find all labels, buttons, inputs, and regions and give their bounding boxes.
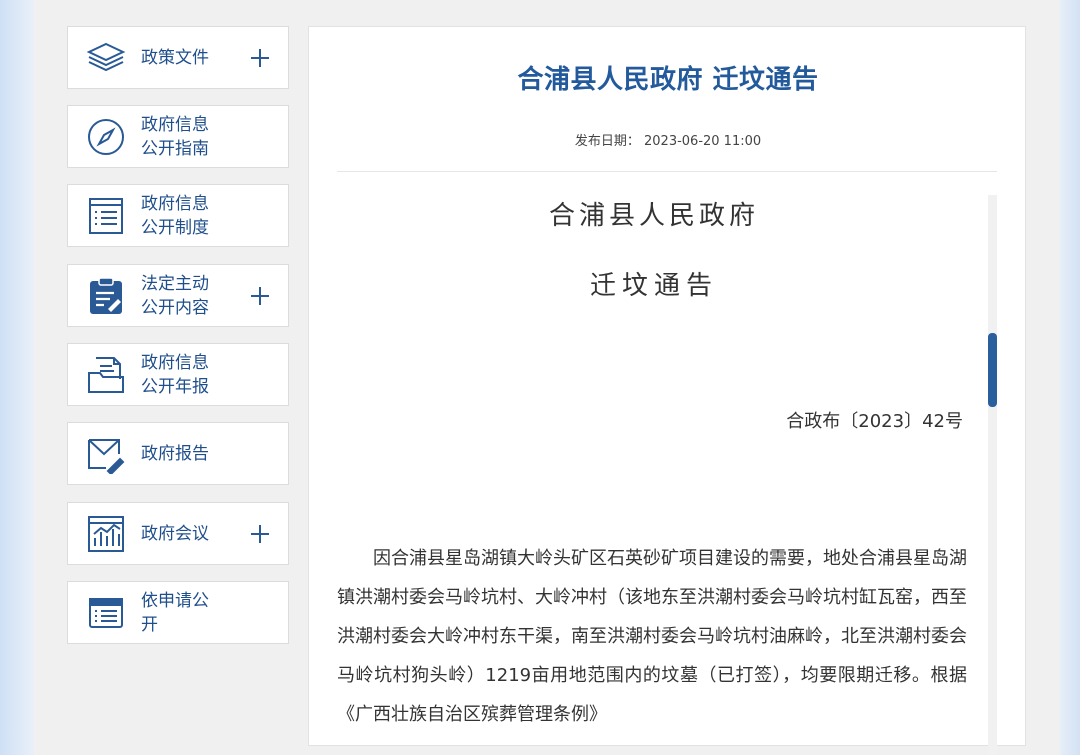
expand-plus-icon[interactable] [250, 48, 270, 68]
envelope-pen-icon [86, 434, 126, 475]
sidebar-item-label: 政策文件 [141, 47, 209, 68]
sidebar-item-disclosure-system[interactable]: 政府信息 公开制度 [67, 184, 289, 247]
publish-date-label: 发布日期： [574, 134, 640, 149]
sidebar-item-policy-documents[interactable]: 政策文件 [67, 26, 289, 89]
sidebar-item-disclosure-guide[interactable]: 政府信息 公开指南 [67, 105, 289, 168]
sidebar-item-label: 政府报告 [141, 443, 209, 464]
title-divider [337, 171, 997, 172]
sidebar-item-label: 政府信息 公开制度 [141, 193, 209, 238]
layers-icon [86, 38, 126, 78]
form-list-icon [86, 593, 126, 633]
folder-document-icon [86, 355, 126, 395]
list-document-icon [86, 196, 126, 236]
sidebar-item-label: 法定主动 公开内容 [141, 273, 209, 318]
publish-date: 发布日期： 2023-06-20 11:00 [309, 130, 1027, 149]
sidebar-item-label: 政府信息 公开年报 [141, 352, 209, 397]
page-title: 合浦县人民政府 迁坟通告 [517, 65, 819, 95]
expand-plus-icon[interactable] [250, 286, 270, 306]
article-panel: 合浦县人民政府 迁坟通告 发布日期： 2023-06-20 11:00 合浦县人… [308, 26, 1027, 755]
chart-board-icon [86, 514, 126, 554]
document-body: 因合浦县星岛湖镇大岭头矿区石英砂矿项目建设的需要，地处合浦县星岛湖镇洪潮村委会马… [337, 548, 967, 725]
sidebar-item-annual-report[interactable]: 政府信息 公开年报 [67, 343, 289, 406]
sidebar-item-label: 依申请公 开 [141, 590, 209, 635]
sidebar-item-disclosure-on-request[interactable]: 依申请公 开 [67, 581, 289, 644]
clipboard-edit-icon [86, 276, 126, 316]
document-issuer: 合浦县人民政府 [548, 201, 759, 231]
sidebar-item-label: 政府信息 公开指南 [141, 114, 209, 159]
document-type: 迁坟通告 [589, 271, 718, 301]
sidebar-item-government-report[interactable]: 政府报告 [67, 422, 289, 485]
sidebar-item-government-meeting[interactable]: 政府会议 [67, 502, 289, 565]
document-number: 合政布〔2023〕42号 [786, 411, 963, 432]
sidebar-item-statutory-content[interactable]: 法定主动 公开内容 [67, 264, 289, 327]
publish-date-value: 2023-06-20 11:00 [644, 134, 762, 149]
scrollbar-track[interactable] [988, 195, 997, 755]
sidebar-item-label: 政府会议 [141, 523, 209, 544]
expand-plus-icon[interactable] [250, 524, 270, 544]
compass-icon [86, 117, 126, 157]
scrollbar-thumb[interactable] [988, 333, 997, 407]
